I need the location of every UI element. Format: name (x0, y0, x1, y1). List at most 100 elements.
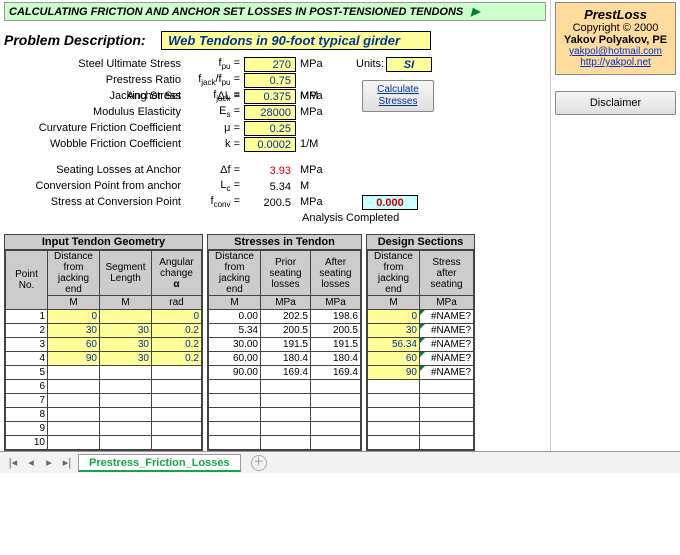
cell-point-no: 2 (6, 324, 48, 338)
cell-distance (48, 380, 100, 394)
cell-prior (261, 422, 311, 436)
param-unit-fpu: MPa (296, 58, 336, 70)
problem-description-input[interactable]: Web Tendons in 90-foot typical girder (161, 31, 431, 50)
result-sym-df: Δf = (189, 164, 244, 176)
cell-distance[interactable]: 60 (48, 338, 100, 352)
cell-angular[interactable]: 0.2 (152, 324, 202, 338)
design-title: Design Sections (367, 235, 474, 250)
nav-first-icon[interactable]: |◂ (6, 456, 20, 469)
geometry-title: Input Tendon Geometry (5, 235, 202, 250)
cell-distance[interactable]: 30 (48, 324, 100, 338)
modulus-input[interactable]: 28000 (244, 105, 296, 120)
calculate-stresses-button[interactable]: CalculateStresses (362, 80, 434, 112)
nav-prev-icon[interactable]: ◂ (24, 456, 38, 469)
brand-site-link[interactable]: http://yakpol.net (558, 57, 673, 68)
cell-stress-distance (209, 436, 261, 450)
cell-point-no: 9 (6, 422, 48, 436)
table-row: 90.00169.4169.4 (209, 366, 361, 380)
table-row: 0#NAME? (368, 310, 474, 324)
k-input[interactable]: 0.0002 (244, 137, 296, 152)
table-row: 60.00180.4180.4 (209, 352, 361, 366)
analysis-status: Analysis Completed (296, 212, 399, 224)
nav-last-icon[interactable]: ▸| (60, 456, 74, 469)
table-row: 5.34200.5200.5 (209, 324, 361, 338)
cell-prior: 169.4 (261, 366, 311, 380)
col-design-stress: Stress after seating (420, 251, 474, 296)
cell-after (311, 422, 361, 436)
cell-design-distance (368, 394, 420, 408)
col-after: After seating losses (311, 251, 361, 296)
fconv-value: 200.5 (244, 195, 296, 210)
unit-design-distance: M (368, 296, 420, 310)
unit-after: MPa (311, 296, 361, 310)
fpu-input[interactable]: 270 (244, 57, 296, 72)
cell-angular[interactable]: 0.2 (152, 338, 202, 352)
param-label-dL: Anchor Set (4, 90, 189, 102)
cell-angular (152, 394, 202, 408)
brand-email-link[interactable]: yakpol@hotmail.com (558, 46, 673, 57)
anchor-set-input[interactable]: 0.375 (244, 89, 296, 104)
cell-segment: 30 (100, 324, 152, 338)
unit-distance: M (48, 296, 100, 310)
param-unit-Es: MPa (296, 106, 336, 118)
cell-design-stress (420, 380, 474, 394)
cell-angular[interactable]: 0.2 (152, 352, 202, 366)
unit-prior: MPa (261, 296, 311, 310)
cell-design-distance[interactable]: 0 (368, 310, 420, 324)
cell-point-no: 1 (6, 310, 48, 324)
table-row (368, 408, 474, 422)
col-angular: Angularchangeα (152, 251, 202, 296)
col-prior: Prior seating losses (261, 251, 311, 296)
cell-distance[interactable]: 0 (48, 310, 100, 324)
col-segment: Segment Length (100, 251, 152, 296)
param-label-mu: Curvature Friction Coefficient (4, 122, 189, 134)
sheet-tab-active[interactable]: Prestress_Friction_Losses (78, 454, 241, 472)
cell-prior (261, 380, 311, 394)
cell-design-distance[interactable]: 90 (368, 366, 420, 380)
ratio-input[interactable]: 0.75 (244, 73, 296, 88)
table-row: 9 (6, 422, 202, 436)
cell-after: 198.6 (311, 310, 361, 324)
param-label-Es: Modulus Elasticity (4, 106, 189, 118)
table-row (209, 394, 361, 408)
unit-stress-distance: M (209, 296, 261, 310)
table-row: 30.00191.5191.5 (209, 338, 361, 352)
cell-design-distance[interactable]: 56.34 (368, 338, 420, 352)
cell-stress-distance: 90.00 (209, 366, 261, 380)
table-row: 60#NAME? (368, 352, 474, 366)
table-row: 490300.2 (6, 352, 202, 366)
cell-prior: 202.5 (261, 310, 311, 324)
cell-after: 200.5 (311, 324, 361, 338)
cell-design-stress: #NAME? (420, 352, 474, 366)
add-sheet-icon[interactable]: ＋ (251, 455, 267, 471)
cell-design-distance[interactable]: 60 (368, 352, 420, 366)
cell-point-no: 8 (6, 408, 48, 422)
cell-prior: 180.4 (261, 352, 311, 366)
mu-input[interactable]: 0.25 (244, 121, 296, 136)
disclaimer-button[interactable]: Disclaimer (555, 91, 676, 115)
table-row: 90#NAME? (368, 366, 474, 380)
table-row: 5 (6, 366, 202, 380)
cell-distance[interactable]: 90 (48, 352, 100, 366)
fconv-check-value: 0.000 (362, 195, 418, 210)
col-distance: Distance from jacking end (48, 251, 100, 296)
cell-design-stress (420, 422, 474, 436)
brand-box: PrestLoss Copyright © 2000 Yakov Polyako… (555, 2, 676, 75)
units-select[interactable]: SI (386, 57, 432, 72)
result-sym-Lc: Lc = (189, 179, 244, 193)
result-unit-df: MPa (296, 164, 336, 176)
table-row: 30#NAME? (368, 324, 474, 338)
nav-next-icon[interactable]: ▸ (42, 456, 56, 469)
col-design-distance: Distance from jacking end (368, 251, 420, 296)
cell-angular[interactable]: 0 (152, 310, 202, 324)
Lc-value: 5.34 (244, 179, 296, 194)
cell-after (311, 394, 361, 408)
design-table: Design Sections Distance from jacking en… (366, 234, 475, 451)
cell-design-stress: #NAME? (420, 338, 474, 352)
table-row: 8 (6, 408, 202, 422)
sheet-tab-bar: |◂ ◂ ▸ ▸| Prestress_Friction_Losses ＋ (0, 451, 680, 473)
cell-stress-distance: 30.00 (209, 338, 261, 352)
cell-design-stress (420, 436, 474, 450)
cell-design-distance[interactable]: 30 (368, 324, 420, 338)
table-row: 56.34#NAME? (368, 338, 474, 352)
